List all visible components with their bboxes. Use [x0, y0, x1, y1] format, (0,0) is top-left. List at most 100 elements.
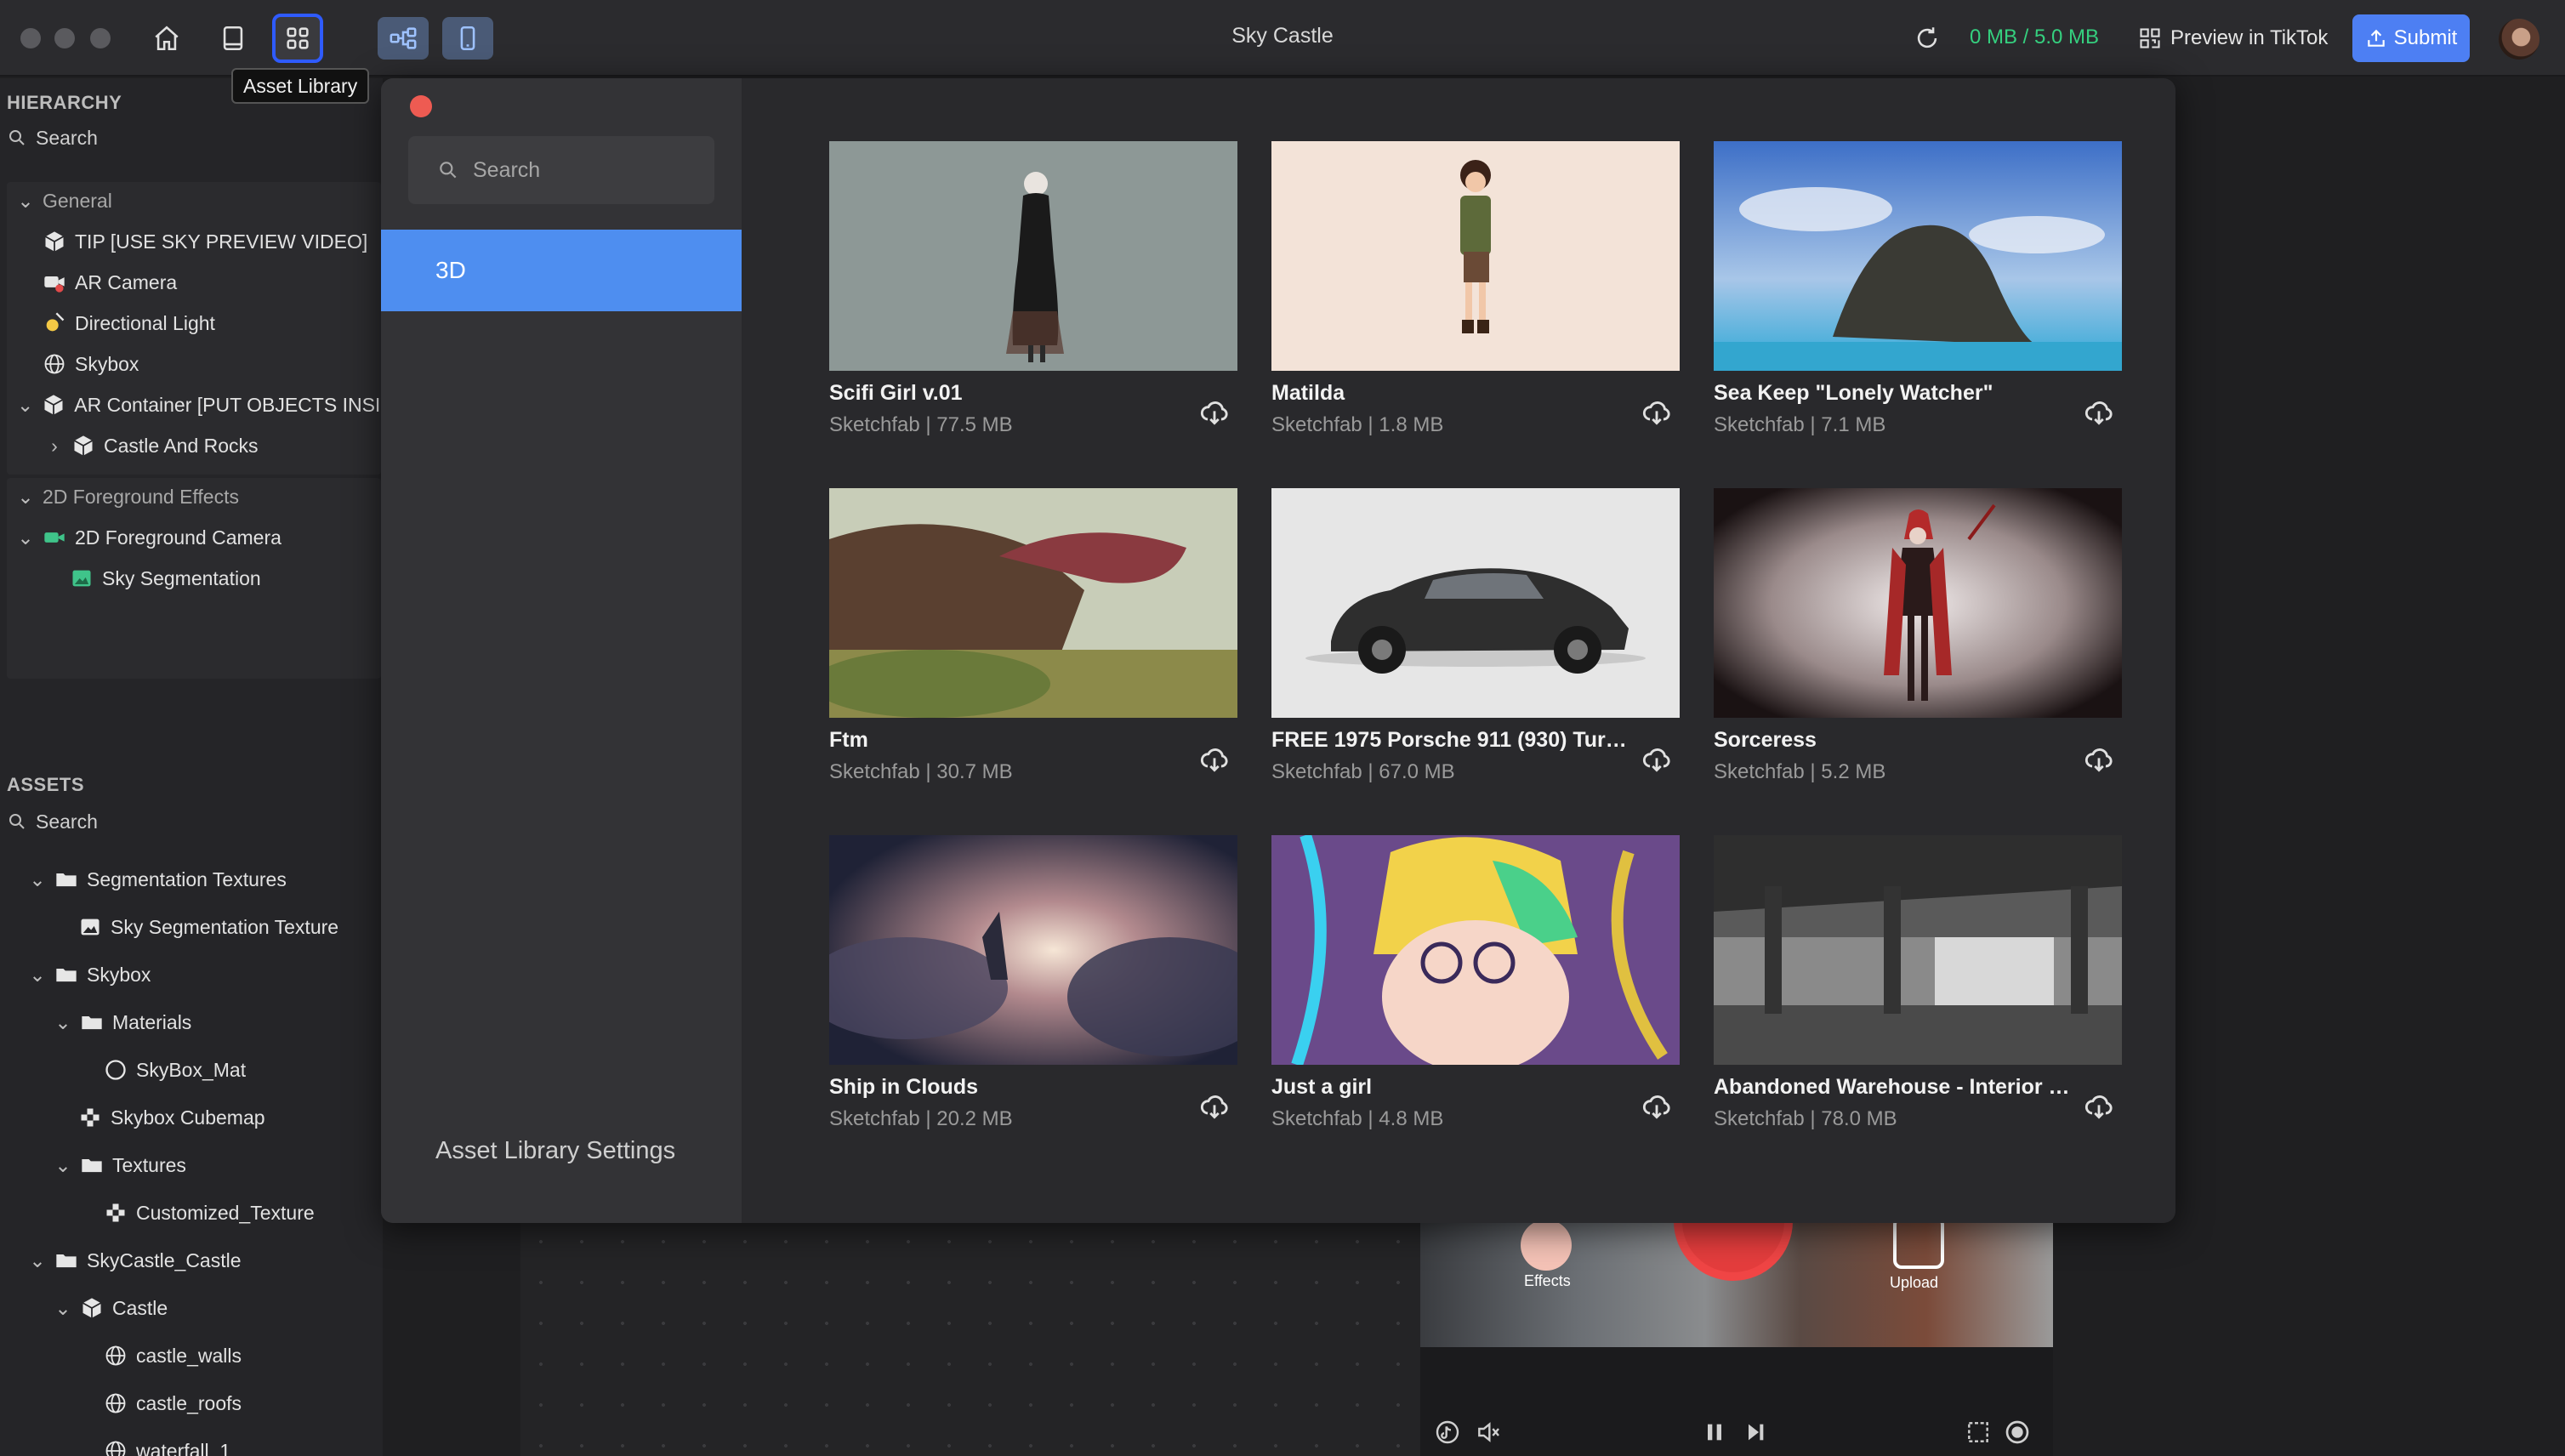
- chevron-down-icon: ⌄: [54, 1153, 71, 1176]
- download-button[interactable]: [1198, 396, 1231, 429]
- asset-thumbnail[interactable]: [1271, 141, 1680, 371]
- asset-library-settings-link[interactable]: Asset Library Settings: [435, 1137, 675, 1165]
- hierarchy-search[interactable]: Search: [7, 122, 98, 153]
- download-button[interactable]: [1198, 743, 1231, 776]
- asset-title: Matilda: [1271, 381, 1345, 405]
- node-graph-icon: [390, 27, 417, 49]
- asset-thumbnail[interactable]: [1714, 141, 2122, 371]
- record-button[interactable]: [1674, 1221, 1793, 1281]
- download-button[interactable]: [2083, 1090, 2115, 1123]
- search-icon: [440, 162, 457, 179]
- asset-thumbnail[interactable]: [1714, 488, 2122, 718]
- window-minimize-button[interactable]: [54, 28, 75, 48]
- hierarchy-item[interactable]: ⌄ AR Container [PUT OBJECTS INSIDE]: [17, 388, 381, 422]
- mesh-icon: [104, 1344, 128, 1368]
- effects-icon[interactable]: [1521, 1221, 1572, 1271]
- hierarchy-item[interactable]: AR Camera: [43, 265, 177, 299]
- record-icon[interactable]: [2004, 1419, 2031, 1446]
- asset-thumbnail[interactable]: [829, 141, 1237, 371]
- asset-item[interactable]: castle_roofs: [104, 1386, 242, 1420]
- phone-icon: [460, 26, 475, 51]
- ar-camera-icon: [43, 270, 66, 294]
- mute-icon[interactable]: [1475, 1419, 1502, 1446]
- submit-button[interactable]: Submit: [2352, 14, 2470, 62]
- assets-search[interactable]: Search: [7, 806, 98, 837]
- checker-icon: [78, 1106, 102, 1129]
- download-button[interactable]: [1198, 1090, 1231, 1123]
- asset-item[interactable]: ⌄ Skybox: [29, 958, 151, 992]
- hierarchy-item[interactable]: › Castle And Rocks: [46, 429, 258, 463]
- preview-screen[interactable]: Effects Upload: [1420, 1221, 2053, 1347]
- hierarchy-group-header[interactable]: ⌄ General: [17, 184, 111, 218]
- cloud-download-icon: [1200, 748, 1228, 772]
- light-icon: [43, 311, 66, 335]
- asset-item[interactable]: Sky Segmentation Texture: [78, 910, 338, 944]
- phone-preview-toggle[interactable]: [442, 17, 493, 60]
- asset-thumbnail[interactable]: [829, 488, 1237, 718]
- cube-icon: [80, 1296, 104, 1320]
- folder-icon: [54, 1248, 78, 1272]
- user-avatar[interactable]: [2499, 19, 2539, 60]
- chevron-right-icon: ›: [51, 434, 58, 457]
- asset-thumbnail[interactable]: [829, 835, 1237, 1065]
- asset-library-button[interactable]: [272, 14, 323, 63]
- asset-thumbnail[interactable]: [1714, 835, 2122, 1065]
- screenshot-icon[interactable]: [1965, 1419, 1992, 1446]
- folder-icon: [80, 1153, 104, 1177]
- download-button[interactable]: [1641, 1090, 1673, 1123]
- pause-icon[interactable]: [1701, 1419, 1728, 1446]
- tiktok-icon[interactable]: [1434, 1419, 1461, 1446]
- cloud-download-icon: [1200, 1095, 1228, 1119]
- window-zoom-button[interactable]: [90, 28, 111, 48]
- image-icon: [78, 915, 102, 939]
- download-button[interactable]: [1641, 396, 1673, 429]
- asset-meta: Sketchfab | 1.8 MB: [1271, 413, 1444, 436]
- modal-close-button[interactable]: [410, 95, 432, 117]
- scene-canvas[interactable]: [520, 1221, 1422, 1456]
- asset-meta: Sketchfab | 30.7 MB: [829, 760, 1013, 783]
- download-button[interactable]: [2083, 743, 2115, 776]
- asset-item[interactable]: castle_walls: [104, 1339, 242, 1373]
- cloud-download-icon: [1200, 401, 1228, 425]
- hierarchy-item[interactable]: ⌄ 2D Foreground Camera: [17, 520, 282, 555]
- tutorial-button[interactable]: [208, 14, 259, 63]
- window-close-button[interactable]: [20, 28, 41, 48]
- asset-item[interactable]: ⌄ SkyCastle_Castle: [29, 1243, 241, 1277]
- asset-meta: Sketchfab | 78.0 MB: [1714, 1107, 1897, 1130]
- asset-title: Abandoned Warehouse - Interior Scene: [1714, 1075, 2071, 1099]
- asset-item[interactable]: ⌄ Materials: [54, 1005, 191, 1039]
- mesh-icon: [104, 1391, 128, 1415]
- cloud-download-icon: [1642, 748, 1670, 772]
- download-button[interactable]: [2083, 396, 2115, 429]
- skip-forward-icon[interactable]: [1742, 1419, 1769, 1446]
- hierarchy-item[interactable]: TIP [USE SKY PREVIEW VIDEO]: [43, 225, 367, 259]
- upload-icon[interactable]: [1893, 1221, 1944, 1269]
- hierarchy-search-label: Search: [36, 126, 98, 149]
- hierarchy-item[interactable]: Directional Light: [43, 306, 215, 340]
- hierarchy-item[interactable]: Skybox: [43, 347, 139, 381]
- asset-thumbnail[interactable]: [1271, 488, 1680, 718]
- refresh-button[interactable]: [1902, 14, 1953, 63]
- chevron-down-icon: ⌄: [54, 1296, 71, 1319]
- hierarchy-item[interactable]: Sky Segmentation: [70, 561, 261, 595]
- asset-item[interactable]: Skybox Cubemap: [78, 1101, 265, 1135]
- home-button[interactable]: [141, 14, 192, 63]
- asset-item[interactable]: ⌄ Textures: [54, 1148, 186, 1182]
- preview-in-tiktok-button[interactable]: Preview in TikTok: [2138, 19, 2328, 58]
- asset-title: Sorceress: [1714, 728, 1817, 752]
- asset-item[interactable]: SkyBox_Mat: [104, 1053, 246, 1087]
- asset-library-search[interactable]: Search: [408, 136, 714, 204]
- preview-controls: [1420, 1408, 2053, 1456]
- asset-meta: Sketchfab | 20.2 MB: [829, 1107, 1013, 1130]
- asset-item[interactable]: Customized_Texture: [104, 1196, 315, 1230]
- top-toolbar: Sky Castle 0 MB / 5.0 MB Preview in TikT…: [0, 0, 2565, 77]
- hierarchy-group-header[interactable]: ⌄ 2D Foreground Effects: [17, 480, 239, 514]
- preview-label: Preview in TikTok: [2170, 26, 2329, 49]
- asset-thumbnail[interactable]: [1271, 835, 1680, 1065]
- asset-item[interactable]: ⌄ Segmentation Textures: [29, 862, 286, 896]
- asset-item[interactable]: waterfall_1: [104, 1434, 230, 1456]
- download-button[interactable]: [1641, 743, 1673, 776]
- asset-item[interactable]: ⌄ Castle: [54, 1291, 168, 1325]
- category-3d[interactable]: 3D: [381, 230, 742, 311]
- visual-scripting-toggle[interactable]: [378, 17, 429, 60]
